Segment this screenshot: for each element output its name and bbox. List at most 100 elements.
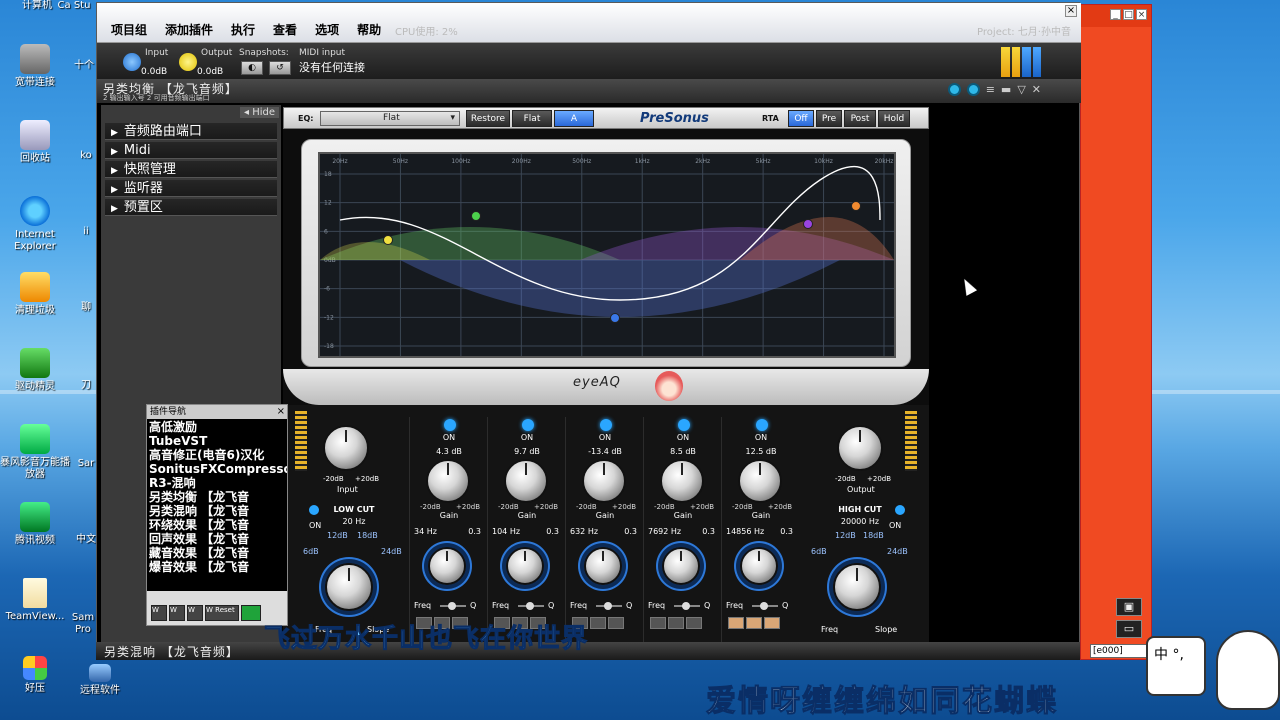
desktop-icon-ie[interactable]: Internet Explorer (0, 196, 70, 253)
menu-project-group[interactable]: 项目组 (111, 21, 147, 38)
list-item[interactable]: R3-混响 (149, 476, 285, 490)
band-on-led[interactable] (444, 419, 456, 431)
low-cut-knob[interactable] (325, 563, 373, 611)
shape-button[interactable] (668, 617, 684, 629)
shape-button[interactable] (728, 617, 744, 629)
band-on-led[interactable] (678, 419, 690, 431)
menu-options[interactable]: 选项 (315, 21, 339, 38)
desktop-icon-cleaner[interactable]: 清理垃圾 (0, 272, 70, 317)
background-window[interactable]: _ □ × (1080, 4, 1152, 660)
plugin-active-button[interactable] (241, 605, 261, 621)
list-item[interactable]: 高低激励 (149, 420, 285, 434)
band-freq-knob[interactable] (584, 547, 622, 585)
shape-button[interactable] (608, 617, 624, 629)
eq-graph[interactable]: 20Hz 50Hz 100Hz 200Hz 500Hz 1kHz 2kHz 5kHz 10kHz… (318, 152, 896, 358)
desktop-icon-teamviewer[interactable]: TeamView... (0, 578, 70, 623)
band-q-slider[interactable] (752, 602, 778, 610)
rta-off-button[interactable]: Off (788, 110, 814, 127)
desktop-icon-remote[interactable]: 远程软件 (64, 664, 136, 697)
desktop-icon-haozip[interactable]: 好压 (0, 656, 70, 695)
rta-hold-button[interactable]: Hold (878, 110, 910, 127)
desktop-icon-col2[interactable]: Sam Pro (66, 612, 100, 636)
high-cut-knob[interactable] (833, 563, 881, 611)
close-icon[interactable]: × (1065, 5, 1077, 17)
sidebar-item-monitor[interactable]: ▶ 监听器 (105, 180, 277, 197)
power-icon[interactable] (966, 83, 980, 96)
output-level-knob[interactable] (179, 53, 197, 71)
desktop-icon-broadband[interactable]: 宽带连接 (0, 44, 70, 89)
desktop-icon-ca[interactable]: Ca Stu (52, 0, 96, 12)
desktop-icon-col2[interactable]: 十个 (70, 60, 98, 72)
bypass-icon[interactable] (947, 83, 961, 96)
band-gain-knob[interactable] (660, 459, 704, 503)
rta-post-button[interactable]: Post (844, 110, 876, 127)
desktop-icon-driver[interactable]: 驱动精灵 (0, 348, 70, 393)
shape-button[interactable] (650, 617, 666, 629)
flat-button[interactable]: Flat (512, 110, 552, 127)
menu-run[interactable]: 执行 (231, 21, 255, 38)
plugin-window-button[interactable]: W (187, 605, 203, 621)
band-on-led[interactable] (522, 419, 534, 431)
band-q-slider[interactable] (596, 602, 622, 610)
eq-preset-select[interactable]: Flat ▾ (320, 111, 460, 126)
band-on-led[interactable] (600, 419, 612, 431)
menu-view[interactable]: 查看 (273, 21, 297, 38)
input-gain-knob[interactable] (323, 425, 369, 471)
rta-pre-button[interactable]: Pre (816, 110, 842, 127)
plugin-window-button[interactable]: W (151, 605, 167, 621)
desktop-icon-player[interactable]: 暴风影音万能播放器 (0, 424, 70, 481)
plugin-window-button[interactable]: W (169, 605, 185, 621)
minimize-icon[interactable]: _ (1110, 9, 1121, 20)
close-icon[interactable]: × (277, 405, 285, 419)
close-icon[interactable]: × (1136, 9, 1147, 20)
restore-button[interactable]: Restore (466, 110, 510, 127)
band-freq-knob[interactable] (740, 547, 778, 585)
list-item[interactable]: 环绕效果 【龙飞音 (149, 518, 285, 532)
band-gain-knob[interactable] (426, 459, 470, 503)
band-on-led[interactable] (756, 419, 768, 431)
high-cut-led[interactable] (895, 505, 905, 515)
save-icon[interactable]: ▣ (1116, 598, 1142, 616)
ab-button[interactable]: A (554, 110, 594, 127)
ime-bubble[interactable]: 中 °, (1146, 636, 1206, 696)
close-icon[interactable]: ✕ (1032, 83, 1041, 96)
menu-help[interactable]: 帮助 (357, 21, 381, 38)
menu-icon[interactable]: ≡ (986, 83, 995, 96)
band-q-slider[interactable] (518, 602, 544, 610)
maximize-icon[interactable]: □ (1123, 9, 1134, 20)
folder-icon[interactable]: ▭ (1116, 620, 1142, 638)
sidebar-item-midi[interactable]: ▶ Midi (105, 142, 277, 159)
list-item[interactable]: 高音修正(电音6)汉化 (149, 448, 285, 462)
snapshot-reset-button[interactable]: ↺ (269, 61, 291, 75)
sidebar-item-snapshots[interactable]: ▶ 快照管理 (105, 161, 277, 178)
list-item[interactable]: SonitusFXCompressor压 (149, 462, 287, 476)
input-level-knob[interactable] (123, 53, 141, 71)
plugin-reset-button[interactable]: W Reset (205, 605, 239, 621)
list-item[interactable]: 回声效果 【龙飞音 (149, 532, 285, 546)
desktop-icon-tencent-video[interactable]: 腾讯视频 (0, 502, 70, 547)
minimize-icon[interactable]: ▬ (1001, 83, 1011, 96)
band-gain-knob[interactable] (504, 459, 548, 503)
list-item[interactable]: 另类均衡 【龙飞音 (149, 490, 285, 504)
snapshot-save-button[interactable]: ◐ (241, 61, 263, 75)
list-item[interactable]: TubeVST (149, 434, 285, 448)
band-q-slider[interactable] (674, 602, 700, 610)
sidebar-item-audio-routing[interactable]: ▶ 音频路由端口 (105, 123, 277, 140)
list-item[interactable]: 爆音效果 【龙飞音 (149, 560, 285, 574)
chevron-down-icon[interactable]: ▽ (1017, 83, 1025, 96)
shape-button[interactable] (590, 617, 606, 629)
output-gain-knob[interactable] (837, 425, 883, 471)
shape-button[interactable] (746, 617, 762, 629)
shape-button[interactable] (686, 617, 702, 629)
desktop-icon-recycle-bin[interactable]: 回收站 (0, 120, 70, 165)
band-gain-knob[interactable] (582, 459, 626, 503)
list-item[interactable]: 另类混响 【龙飞音 (149, 504, 285, 518)
band-gain-knob[interactable] (738, 459, 782, 503)
hide-panel-button[interactable]: ◂ Hide (240, 107, 279, 118)
menu-add-plugin[interactable]: 添加插件 (165, 21, 213, 38)
list-item[interactable]: 藏音效果 【龙飞音 (149, 546, 285, 560)
band-freq-knob[interactable] (428, 547, 466, 585)
band-q-slider[interactable] (440, 602, 466, 610)
shape-button[interactable] (764, 617, 780, 629)
sidebar-item-presets[interactable]: ▶ 预置区 (105, 199, 277, 216)
